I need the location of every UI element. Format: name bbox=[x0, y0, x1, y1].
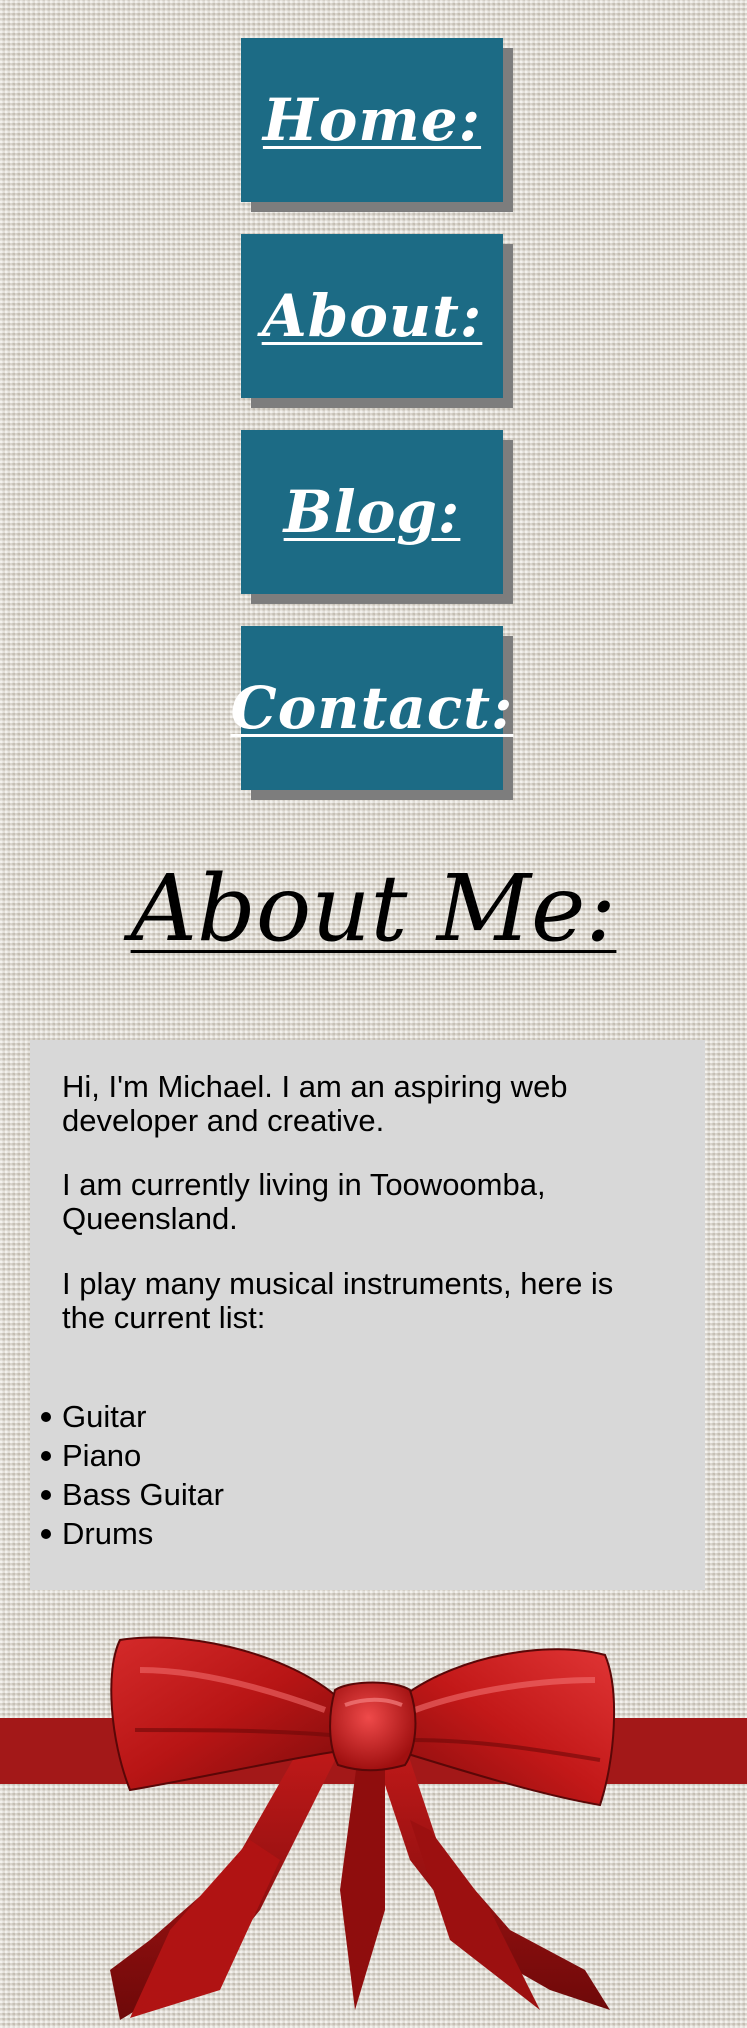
nav-contact-button[interactable]: Contact: bbox=[231, 626, 512, 790]
location-paragraph: I am currently living in Toowoomba, Quee… bbox=[62, 1167, 546, 1236]
instruments-paragraph: I play many musical instruments, here is… bbox=[62, 1266, 614, 1335]
nav-blog-button[interactable]: Blog: bbox=[241, 430, 503, 594]
nav-about-label: About: bbox=[261, 282, 483, 350]
nav-contact-label: Contact: bbox=[230, 674, 514, 742]
nav-home-label: Home: bbox=[262, 86, 482, 154]
list-item: Piano bbox=[41, 1436, 224, 1475]
instrument-list: Guitar Piano Bass Guitar Drums bbox=[41, 1397, 224, 1553]
red-bow-image bbox=[110, 1636, 616, 2020]
intro-paragraph: Hi, I'm Michael. I am an aspiring web de… bbox=[62, 1069, 568, 1138]
about-panel: Hi, I'm Michael. I am an aspiring web de… bbox=[30, 1040, 705, 1590]
list-item: Bass Guitar bbox=[41, 1477, 224, 1512]
nav-blog-label: Blog: bbox=[283, 478, 461, 546]
list-item: Guitar bbox=[41, 1397, 224, 1436]
page-title: About Me: bbox=[130, 855, 617, 962]
list-item: Drums bbox=[41, 1514, 224, 1553]
nav-home-button[interactable]: Home: bbox=[241, 38, 503, 202]
nav-about-button[interactable]: About: bbox=[241, 234, 503, 398]
